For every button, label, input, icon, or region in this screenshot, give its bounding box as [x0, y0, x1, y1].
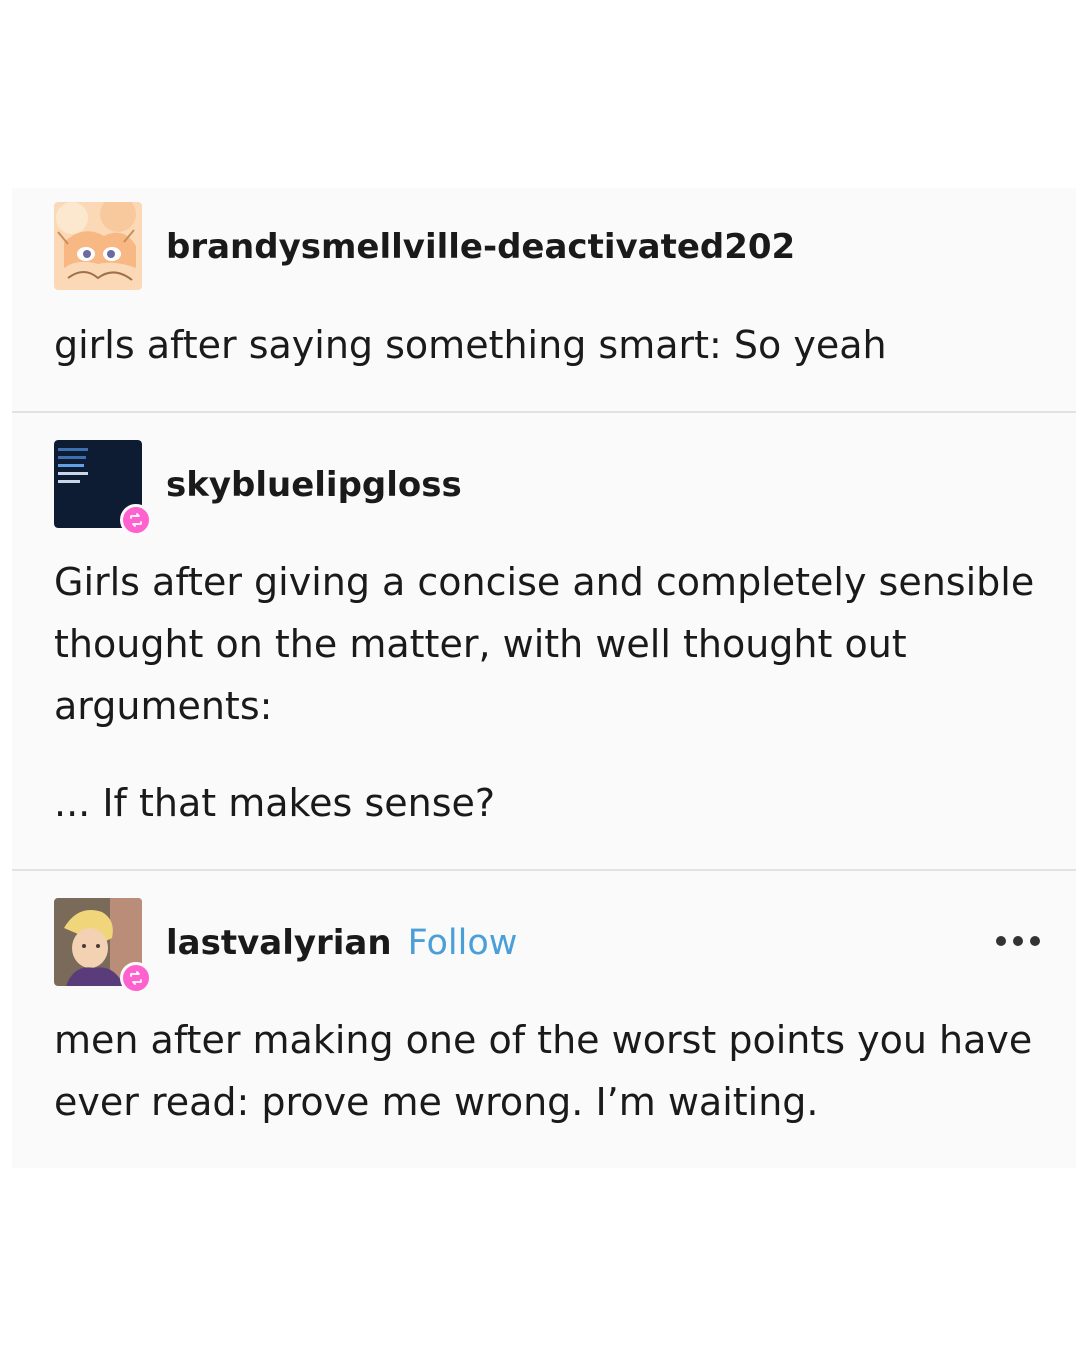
dot: [1030, 936, 1040, 946]
avatar-lastvalyrian[interactable]: [54, 898, 152, 994]
post-body-text-continued: ... If that makes sense?: [54, 781, 496, 825]
avatar-brandysmellville[interactable]: [54, 202, 142, 290]
dot: [1013, 936, 1023, 946]
post-body-text: men after making one of the worst points…: [54, 1018, 1033, 1124]
username-label[interactable]: skybluelipgloss: [166, 465, 462, 505]
post-divider: [12, 869, 1076, 871]
username-label[interactable]: lastvalyrian: [166, 923, 392, 963]
post-body-text: Girls after giving a concise and complet…: [54, 560, 1035, 728]
anime-avatar-icon: [54, 202, 142, 290]
reblog-icon: [130, 971, 142, 985]
avatar-skybluelipgloss[interactable]: [54, 440, 152, 536]
more-options-icon[interactable]: [996, 936, 1040, 946]
reblog-thread: brandysmellville-deactivated202 girls af…: [12, 188, 1076, 1168]
username-row: lastvalyrian Follow: [166, 923, 517, 963]
dot: [996, 936, 1006, 946]
follow-button[interactable]: Follow: [408, 923, 518, 963]
reblog-badge: [120, 962, 152, 994]
reblog-icon: [130, 513, 142, 527]
post-divider: [12, 411, 1076, 413]
reblog-badge: [120, 504, 152, 536]
username-label[interactable]: brandysmellville-deactivated202: [166, 227, 795, 267]
post-body-text: girls after saying something smart: So y…: [54, 323, 887, 367]
